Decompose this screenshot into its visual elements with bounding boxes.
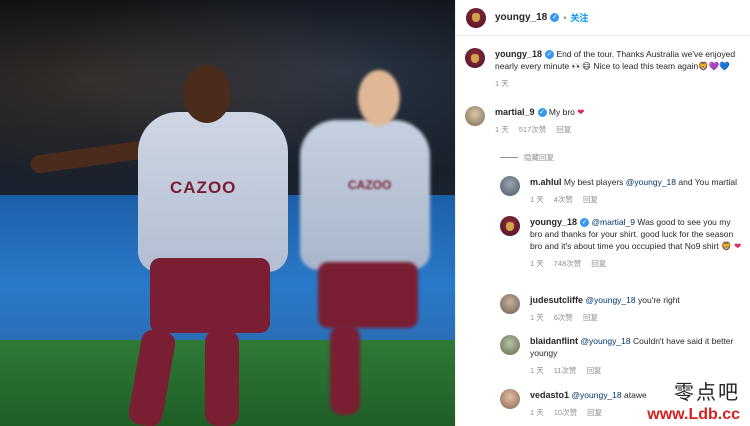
reply-button[interactable]: 回复 bbox=[587, 365, 602, 377]
reply-item: judesutcliffe @youngy_18 you're right 1 … bbox=[500, 294, 745, 324]
author-avatar[interactable] bbox=[466, 7, 486, 28]
comment-time: 1 天 bbox=[495, 125, 509, 134]
comment-item: martial_9 ✓ My bro ❤ 1 天 517次赞 回复 bbox=[465, 106, 745, 136]
reply-username[interactable]: blaidanflint bbox=[530, 336, 578, 346]
player-foreground-shorts bbox=[150, 258, 270, 333]
reply-button[interactable]: 回复 bbox=[556, 124, 571, 136]
verified-badge-icon: ✓ bbox=[545, 50, 555, 60]
player-background-shirt bbox=[300, 120, 430, 270]
reply-mention[interactable]: @youngy_18 bbox=[585, 295, 635, 305]
reply-text: you're right bbox=[638, 295, 680, 305]
reply-mention[interactable]: @martial_9 bbox=[591, 217, 635, 227]
reply-likes[interactable]: 748次赞 bbox=[554, 258, 582, 270]
sponsor-text-foreground: CAZOO bbox=[170, 178, 237, 197]
watermark-chinese: 零点吧 bbox=[674, 380, 740, 404]
replier-avatar[interactable] bbox=[500, 216, 520, 236]
reply-text: atawe bbox=[624, 390, 647, 400]
reply-button[interactable]: 回复 bbox=[583, 312, 598, 324]
player-background-head bbox=[358, 70, 400, 126]
reply-username[interactable]: m.ahlul bbox=[530, 177, 562, 187]
comment-likes[interactable]: 517次赞 bbox=[519, 124, 547, 136]
caption-time: 1 天 bbox=[495, 79, 509, 88]
reply-button[interactable]: 回复 bbox=[587, 407, 602, 419]
verified-badge-icon: ✓ bbox=[537, 108, 547, 118]
author-username[interactable]: youngy_18 bbox=[495, 12, 547, 23]
heart-icon: ❤ bbox=[734, 241, 742, 251]
reply-likes[interactable]: 11次赞 bbox=[554, 365, 577, 377]
replier-avatar[interactable] bbox=[500, 335, 520, 355]
reply-item: blaidanflint @youngy_18 Couldn't have sa… bbox=[500, 335, 745, 377]
reply-text-after: and You martial bbox=[678, 177, 738, 187]
post-photo: CAZOO CAZOO bbox=[0, 0, 455, 426]
comment-username[interactable]: martial_9 bbox=[495, 107, 535, 117]
replier-avatar[interactable] bbox=[500, 294, 520, 314]
reply-time: 1 天 bbox=[530, 259, 544, 268]
caption-avatar[interactable] bbox=[465, 48, 485, 68]
player-background-leg bbox=[330, 325, 360, 415]
hide-replies-button[interactable]: 隐藏回复 bbox=[500, 152, 554, 163]
reply-username[interactable]: judesutcliffe bbox=[530, 295, 583, 305]
reply-mention[interactable]: @youngy_18 bbox=[571, 390, 621, 400]
reply-likes[interactable]: 6次赞 bbox=[554, 312, 573, 324]
reply-text: My best players bbox=[563, 177, 624, 187]
reply-likes[interactable]: 10次赞 bbox=[554, 407, 577, 419]
post-header: youngy_18 ✓ • 关注 bbox=[456, 0, 750, 36]
reply-likes[interactable]: 4次赞 bbox=[554, 194, 573, 206]
replier-avatar[interactable] bbox=[500, 389, 520, 409]
follow-button[interactable]: 关注 bbox=[570, 11, 588, 24]
reply-item: m.ahlul My best players @youngy_18 and Y… bbox=[500, 176, 745, 206]
comment-text: My bro bbox=[548, 107, 575, 117]
reply-username[interactable]: vedasto1 bbox=[530, 390, 569, 400]
verified-badge-icon: ✓ bbox=[580, 218, 590, 228]
reply-button[interactable]: 回复 bbox=[591, 258, 606, 270]
reply-time: 1 天 bbox=[530, 313, 544, 322]
divider-line bbox=[500, 157, 518, 158]
reply-time: 1 天 bbox=[530, 408, 544, 417]
reply-mention[interactable]: @youngy_18 bbox=[580, 336, 630, 346]
watermark-url: www.Ldb.cc bbox=[647, 406, 740, 423]
hide-replies-label[interactable]: 隐藏回复 bbox=[524, 152, 554, 163]
reply-mention[interactable]: @youngy_18 bbox=[626, 177, 676, 187]
reply-time: 1 天 bbox=[530, 366, 544, 375]
player-foreground-leg-right bbox=[205, 330, 239, 426]
commenter-avatar[interactable] bbox=[465, 106, 485, 126]
caption-username[interactable]: youngy_18 bbox=[495, 49, 542, 59]
replier-avatar[interactable] bbox=[500, 176, 520, 196]
separator-dot: • bbox=[563, 12, 567, 23]
verified-badge-icon: ✓ bbox=[550, 13, 560, 22]
player-background-shorts bbox=[318, 262, 418, 328]
reply-item: youngy_18 ✓ @martial_9 Was good to see yo… bbox=[500, 216, 745, 270]
player-foreground-head bbox=[183, 65, 231, 123]
reply-button[interactable]: 回复 bbox=[583, 194, 598, 206]
heart-icon: ❤ bbox=[577, 107, 585, 117]
watermark: 零点吧 www.Ldb.cc bbox=[647, 376, 740, 424]
post-caption: youngy_18 ✓ End of the tour. Thanks Austr… bbox=[465, 48, 745, 90]
reply-username[interactable]: youngy_18 bbox=[530, 217, 577, 227]
sponsor-text-background: CAZOO bbox=[348, 178, 392, 192]
reply-time: 1 天 bbox=[530, 195, 544, 204]
